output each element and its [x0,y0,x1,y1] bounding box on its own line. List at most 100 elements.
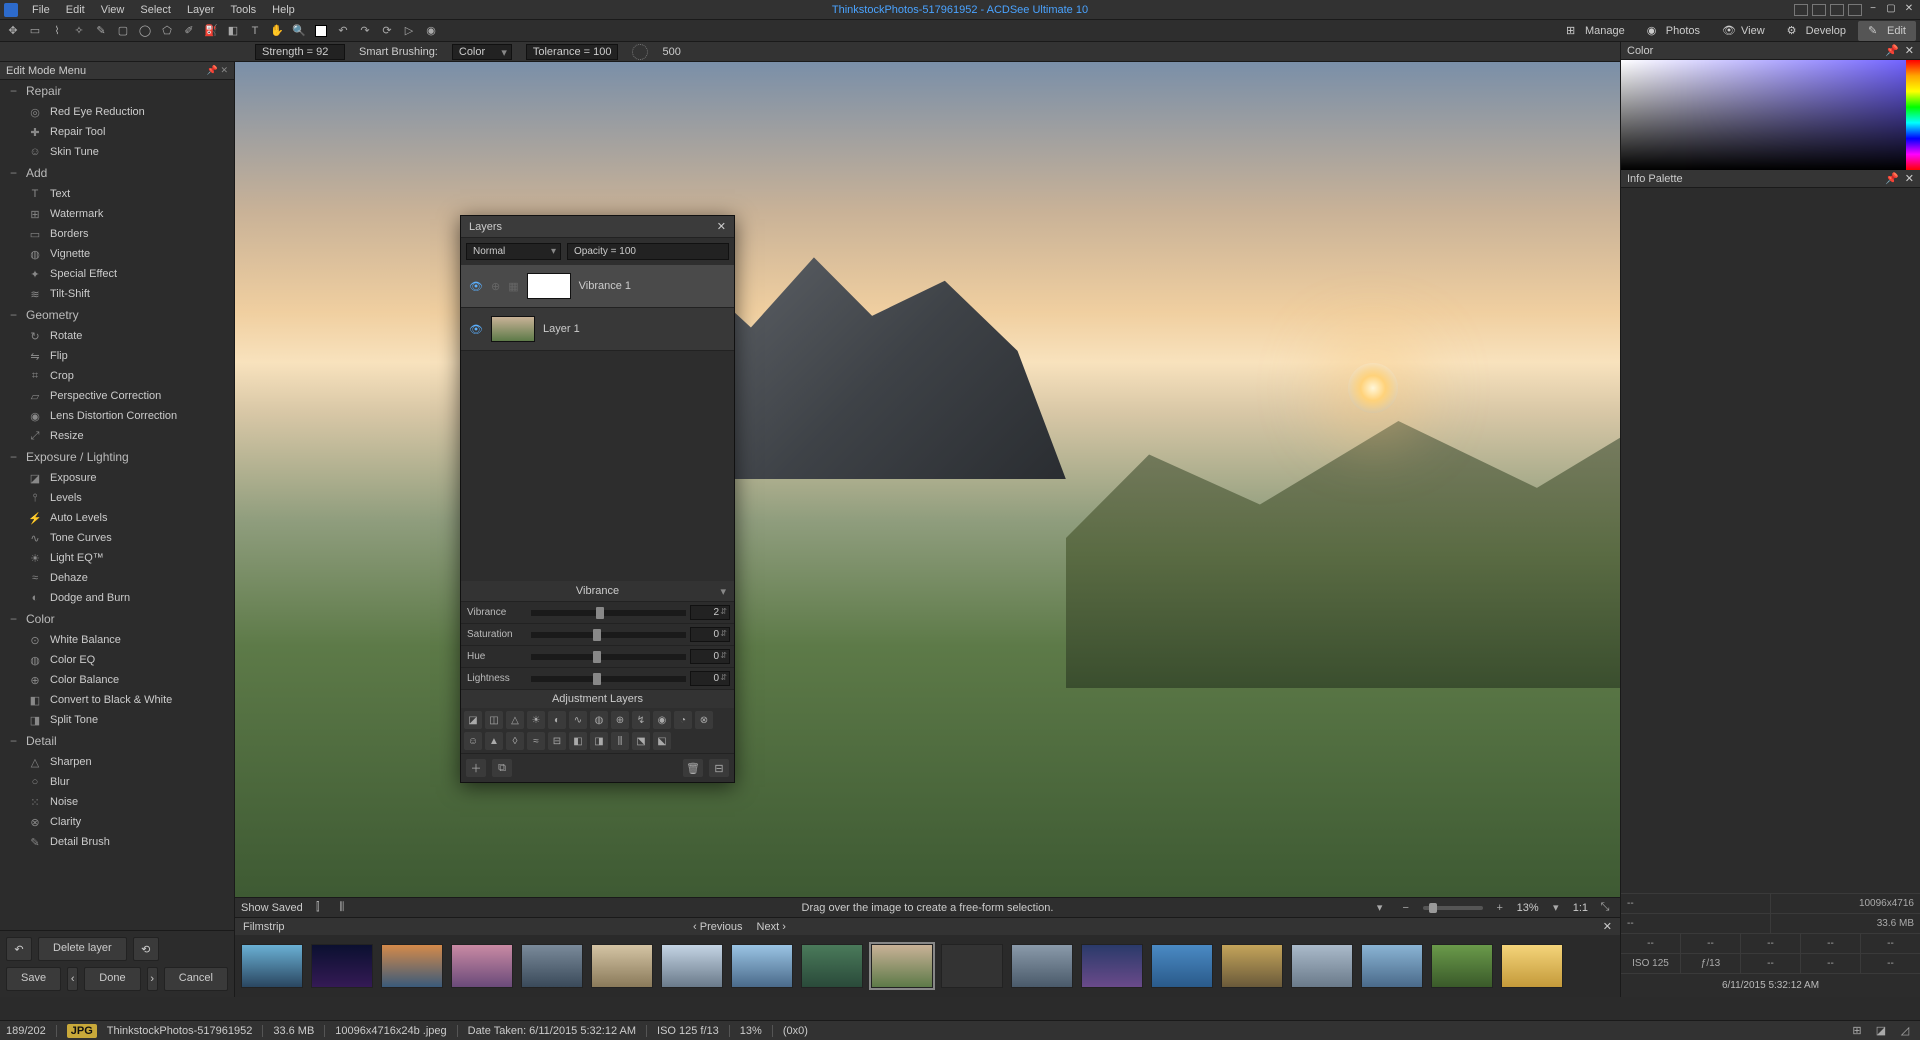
filmstrip-next[interactable]: Next › [757,921,786,933]
undo-icon[interactable]: ↶ [334,22,352,40]
adjustment-icon[interactable]: ⊟ [548,732,566,750]
move-tool-icon[interactable]: ✥ [4,22,22,40]
pin-icon[interactable]: 📌 [1885,44,1899,57]
cancel-button[interactable]: Cancel [164,967,228,991]
slider-track[interactable] [531,632,686,638]
mode-edit[interactable]: ✎Edit [1858,21,1916,41]
gradient-tool-icon[interactable]: ◧ [224,22,242,40]
histogram-toggle-icon[interactable]: ⫼ [333,899,351,917]
adjustment-icon[interactable]: ◐ [548,711,566,729]
adjustment-icon[interactable]: ☺ [464,732,482,750]
prev-button[interactable]: ‹ [67,967,78,991]
reset-icon[interactable]: ⟲ [133,937,159,961]
adjustment-icon[interactable]: ◊ [506,732,524,750]
adjustment-icon[interactable]: ◔ [674,711,692,729]
image-canvas[interactable] [235,62,1620,897]
mode-photos[interactable]: ◉Photos [1637,21,1710,41]
close-icon[interactable]: ✕ [1905,44,1914,57]
tool-perspective-correction[interactable]: ▱Perspective Correction [0,386,234,406]
status-icon1[interactable]: ⊞ [1848,1022,1866,1040]
group-color[interactable]: Color [0,608,234,630]
adjustment-icon[interactable]: ◧ [569,732,587,750]
tool-repair-tool[interactable]: ✚Repair Tool [0,122,234,142]
group-geometry[interactable]: Geometry [0,304,234,326]
thumbnail[interactable] [1081,944,1143,988]
tool-detail-brush[interactable]: ✎Detail Brush [0,832,234,852]
smart-brush-select[interactable]: Color [452,44,512,60]
mode-develop[interactable]: ⚙Develop [1777,21,1856,41]
add-layer-icon[interactable]: ＋ [466,759,486,777]
close-icon[interactable]: ✕ [1905,172,1914,185]
tool-color-eq[interactable]: ◍Color EQ [0,650,234,670]
thumbnail[interactable] [871,944,933,988]
adjustment-icon[interactable]: ↯ [632,711,650,729]
zoom-ratio[interactable]: 1:1 [1573,902,1588,914]
layout4-icon[interactable] [1848,4,1862,16]
status-resize-icon[interactable]: ◿ [1896,1022,1914,1040]
adjustment-icon[interactable]: △ [506,711,524,729]
thumbnail[interactable] [801,944,863,988]
menu-help[interactable]: Help [264,2,303,18]
adjustment-icon[interactable]: ⫼ [611,732,629,750]
save-button[interactable]: Save [6,967,61,991]
tool-split-tone[interactable]: ◨Split Tone [0,710,234,730]
adjustment-icon[interactable]: ▲ [485,732,503,750]
tool-rotate[interactable]: ↻Rotate [0,326,234,346]
hue-bar[interactable] [1906,60,1920,170]
slider-track[interactable] [531,654,686,660]
thumbnail[interactable] [241,944,303,988]
play-icon[interactable]: ▷ [400,22,418,40]
tool-resize[interactable]: ⤢Resize [0,426,234,446]
visibility-icon[interactable]: 👁 [469,280,483,293]
tool-crop[interactable]: ⌗Crop [0,366,234,386]
adjustment-icon[interactable]: ◪ [464,711,482,729]
thumbnail[interactable] [591,944,653,988]
tool-text[interactable]: TText [0,184,234,204]
adjustment-icon[interactable]: ☀ [527,711,545,729]
group-repair[interactable]: Repair [0,80,234,102]
selection-tool-icon[interactable]: ▭ [26,22,44,40]
trash-layer-icon[interactable]: 🗑 [683,759,703,777]
compare-icon[interactable]: ⫿ [309,899,327,917]
swatch-icon[interactable] [312,22,330,40]
redo-icon[interactable]: ↷ [356,22,374,40]
tool-watermark[interactable]: ⊞Watermark [0,204,234,224]
group-exposure-lighting[interactable]: Exposure / Lighting [0,446,234,468]
slider-track[interactable] [531,610,686,616]
menu-edit[interactable]: Edit [58,2,93,18]
lasso-tool-icon[interactable]: ⌇ [48,22,66,40]
thumbnail[interactable] [1151,944,1213,988]
undo-layer-icon[interactable]: ↶ [6,937,32,961]
tool-skin-tune[interactable]: ☺Skin Tune [0,142,234,162]
vibrance-section-header[interactable]: Vibrance [461,581,734,601]
status-icon2[interactable]: ◪ [1872,1022,1890,1040]
record-icon[interactable]: ◉ [422,22,440,40]
close-icon[interactable]: ✕ [1902,4,1916,16]
layers-close-icon[interactable]: ✕ [717,220,726,233]
menu-select[interactable]: Select [132,2,179,18]
eyedrop-tool-icon[interactable]: ✐ [180,22,198,40]
thumbnail[interactable] [661,944,723,988]
zoom-in-icon[interactable]: + [1491,899,1509,917]
thumbnail[interactable] [1011,944,1073,988]
tool-lens-distortion-correction[interactable]: ◉Lens Distortion Correction [0,406,234,426]
menu-file[interactable]: File [24,2,58,18]
layer-row[interactable]: 👁⊕▦Vibrance 1 [461,265,734,308]
color-picker[interactable] [1621,60,1920,170]
layout1-icon[interactable] [1794,4,1808,16]
menu-layer[interactable]: Layer [179,2,223,18]
link-icon[interactable]: ⊕ [491,280,500,293]
adjustment-icon[interactable]: ⊕ [611,711,629,729]
wand-tool-icon[interactable]: ✧ [70,22,88,40]
tool-flip[interactable]: ⇋Flip [0,346,234,366]
group-detail[interactable]: Detail [0,730,234,752]
minimize-icon[interactable]: − [1866,4,1880,16]
mode-view[interactable]: 👁View [1712,21,1775,41]
nav-icon[interactable]: ⤡ [1596,899,1614,917]
hand-tool-icon[interactable]: ✋ [268,22,286,40]
adjustment-icon[interactable]: ◍ [590,711,608,729]
adjustment-icon[interactable]: ⬔ [632,732,650,750]
duplicate-layer-icon[interactable]: ⧉ [492,759,512,777]
tool-levels[interactable]: ⫯Levels [0,488,234,508]
tool-color-balance[interactable]: ⊕Color Balance [0,670,234,690]
